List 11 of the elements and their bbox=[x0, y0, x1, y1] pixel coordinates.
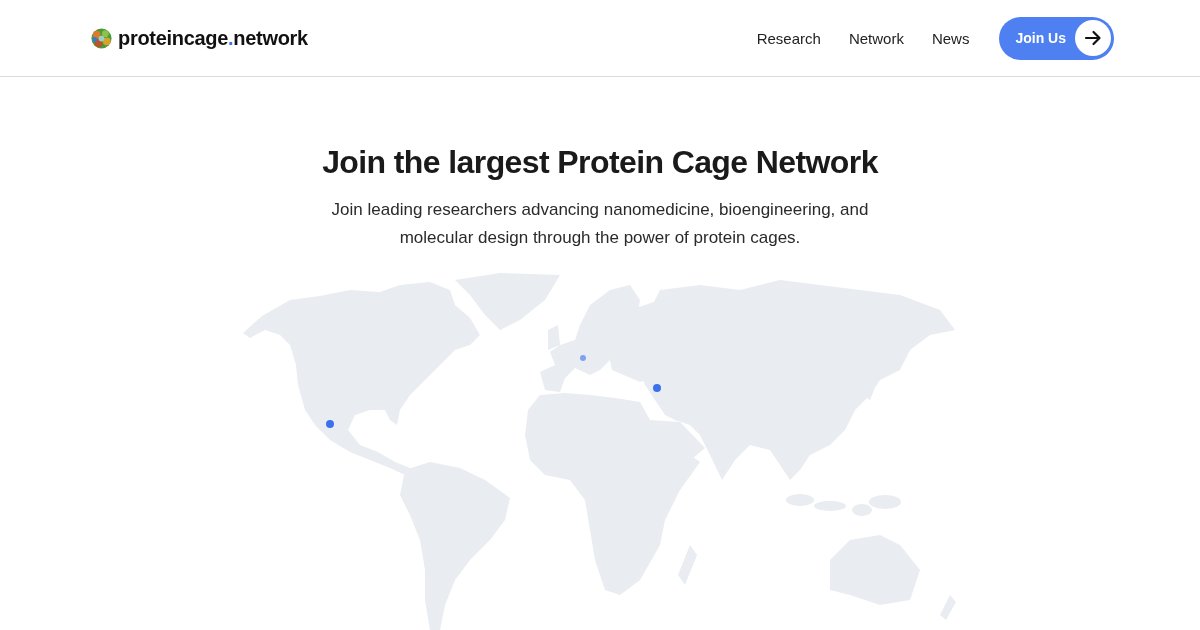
nav-link[interactable]: Research bbox=[756, 29, 821, 47]
hero-title: Join the largest Protein Cage Network bbox=[322, 143, 878, 182]
hero-subtitle: Join leading researchers advancing nanomedicine, bioengineering, and molecular design through the power of protein cages. bbox=[330, 199, 870, 249]
map-pin-icon bbox=[326, 420, 334, 428]
map-pin-icon bbox=[653, 384, 661, 392]
join-button[interactable]: Join Us bbox=[999, 16, 1114, 60]
map-pin-icon bbox=[580, 355, 586, 361]
nav-link[interactable]: Network bbox=[848, 29, 904, 47]
nav-link[interactable]: News bbox=[931, 29, 970, 47]
logo-icon bbox=[90, 26, 113, 50]
logo-text[interactable]: proteincage.network bbox=[118, 26, 308, 50]
